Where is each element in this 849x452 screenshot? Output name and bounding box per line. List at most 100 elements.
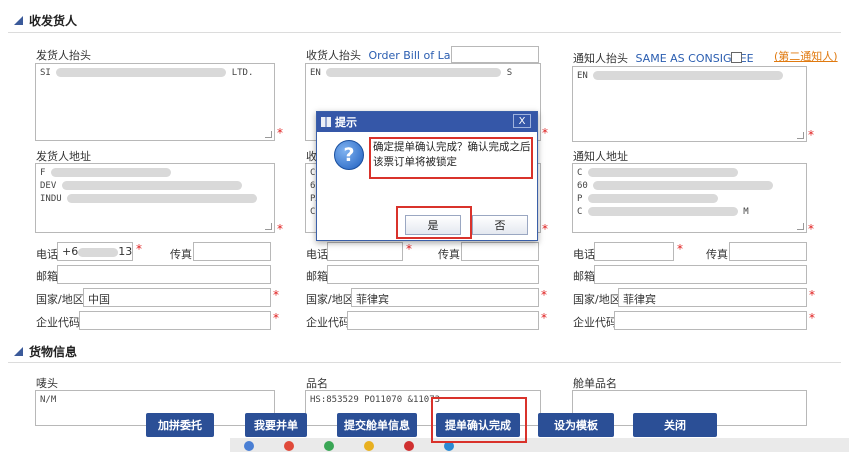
taskbar-app-icon[interactable] [284, 441, 294, 451]
notify-fax-label: 传真 [706, 248, 728, 261]
notify-fax-input[interactable] [729, 242, 807, 261]
required-marker: * [808, 128, 814, 142]
notify-country-input[interactable]: 菲律宾 [618, 288, 807, 307]
consignee-fax-input[interactable] [461, 242, 539, 261]
shipper-address-label: 发货人地址 [36, 150, 91, 163]
notify-header-textarea[interactable]: EN [572, 66, 807, 142]
shipper-company-code-input[interactable] [79, 311, 271, 330]
notify-company-code-label: 企业代码 [573, 316, 617, 329]
redacted-text [593, 71, 784, 80]
consignee-phone-label: 电话 [306, 248, 328, 261]
required-marker: * [541, 288, 547, 302]
redacted-text [78, 247, 119, 257]
same-as-consignee-checkbox[interactable] [731, 52, 742, 63]
shipper-country-input[interactable]: 中国 [83, 288, 271, 307]
resize-grip-icon[interactable] [265, 131, 272, 138]
taskbar-app-icon[interactable] [324, 441, 334, 451]
consignee-header-value-end: S [506, 68, 513, 78]
consignee-email-input[interactable] [327, 265, 539, 284]
add-consolidation-button[interactable]: 加拼委托 [146, 413, 214, 437]
notify-phone-input[interactable] [594, 242, 674, 261]
dialog-header: 提示 [317, 112, 537, 132]
notify-email-label: 邮箱 [573, 270, 595, 283]
dialog-title: 提示 [335, 116, 357, 129]
shipper-phone-input[interactable]: +6 13 [57, 242, 133, 261]
required-marker: * [677, 242, 683, 256]
goods-name-label: 品名 [306, 377, 328, 390]
shipper-header-value-end: LTD. [231, 68, 254, 78]
section-divider [8, 32, 841, 33]
required-marker: * [277, 222, 283, 236]
notify-address-line1: C [577, 168, 583, 178]
redacted-text [587, 194, 718, 203]
redacted-text [61, 181, 242, 190]
consignee-fax-label: 传真 [438, 248, 460, 261]
resize-grip-icon[interactable] [797, 223, 804, 230]
section-triangle-icon [14, 347, 23, 356]
consignee-company-code-label: 企业代码 [306, 316, 350, 329]
consignee-country-label: 国家/地区 [306, 293, 354, 306]
bl-goods-name-label: 舱单品名 [573, 377, 617, 390]
notify-address-label: 通知人地址 [573, 150, 628, 163]
notify-email-input[interactable] [594, 265, 807, 284]
redacted-text [326, 68, 502, 77]
dialog-grid-icon [321, 117, 331, 127]
dialog-no-button[interactable]: 否 [472, 215, 528, 235]
notify-address-line4: C [577, 207, 583, 217]
consignee-phone-input[interactable] [327, 242, 403, 261]
required-marker: * [277, 126, 283, 140]
second-notify-link[interactable]: (第二通知人) [774, 48, 838, 64]
shipper-address-line3: INDU [40, 194, 62, 204]
dialog-message-highlight [369, 137, 533, 179]
required-marker: * [541, 311, 547, 325]
submit-manifest-button[interactable]: 提交舱单信息 [337, 413, 417, 437]
notify-phone-label: 电话 [573, 248, 595, 261]
merge-orders-button[interactable]: 我要并单 [245, 413, 307, 437]
notify-header-label: 通知人抬头 SAME AS CONSIGNEE [573, 50, 754, 66]
taskbar [230, 438, 849, 452]
taskbar-app-icon[interactable] [404, 441, 414, 451]
shipper-header-label: 发货人抬头 [36, 49, 91, 62]
redacted-text [593, 181, 774, 190]
required-marker: * [808, 222, 814, 236]
notify-address-line2: 60 [577, 181, 588, 191]
shipper-address-textarea[interactable]: F DEV INDU [35, 163, 275, 233]
redacted-text [56, 68, 227, 77]
cargo-title-text: 货物信息 [29, 345, 78, 359]
notify-header-label-text: 通知人抬头 [573, 52, 628, 65]
taskbar-app-icon[interactable] [364, 441, 374, 451]
required-marker: * [273, 311, 279, 325]
taskbar-app-icon[interactable] [244, 441, 254, 451]
consignee-country-input[interactable]: 菲律宾 [351, 288, 539, 307]
notify-address-line4-end: M [743, 207, 749, 217]
shipper-phone-label: 电话 [36, 248, 58, 261]
parties-title-text: 收发货人 [29, 14, 78, 28]
shipper-address-line1: F [40, 168, 46, 178]
shipper-phone-value-end: 13 [118, 245, 133, 258]
shipper-header-textarea[interactable]: SI LTD. [35, 63, 275, 141]
notify-header-value: EN [577, 71, 588, 81]
close-button[interactable]: 关闭 [633, 413, 717, 437]
marks-label: 唛头 [36, 377, 58, 390]
shipper-email-input[interactable] [57, 265, 271, 284]
consignee-company-code-input[interactable] [347, 311, 539, 330]
resize-grip-icon[interactable] [265, 223, 272, 230]
set-template-button[interactable]: 设为模板 [538, 413, 614, 437]
shipper-fax-input[interactable] [193, 242, 271, 261]
section-divider [8, 362, 841, 363]
notify-country-label: 国家/地区 [573, 293, 621, 306]
required-marker: * [136, 242, 142, 256]
section-triangle-icon [14, 16, 23, 25]
resize-grip-icon[interactable] [797, 132, 804, 139]
required-marker: * [406, 242, 412, 256]
shipper-phone-value-start: +6 [62, 245, 79, 258]
question-icon: ? [334, 140, 364, 170]
shipper-email-label: 邮箱 [36, 270, 58, 283]
notify-company-code-input[interactable] [614, 311, 807, 330]
consignee-header-label-text: 收货人抬头 [306, 49, 361, 62]
notify-address-textarea[interactable]: C 60 P C M [572, 163, 807, 233]
dialog-yes-highlight [396, 206, 472, 239]
consignee-header-label: 收货人抬头 Order Bill of Lading [306, 47, 474, 63]
dialog-close-button[interactable]: X [513, 114, 531, 128]
consignee-header-input[interactable] [451, 46, 539, 63]
